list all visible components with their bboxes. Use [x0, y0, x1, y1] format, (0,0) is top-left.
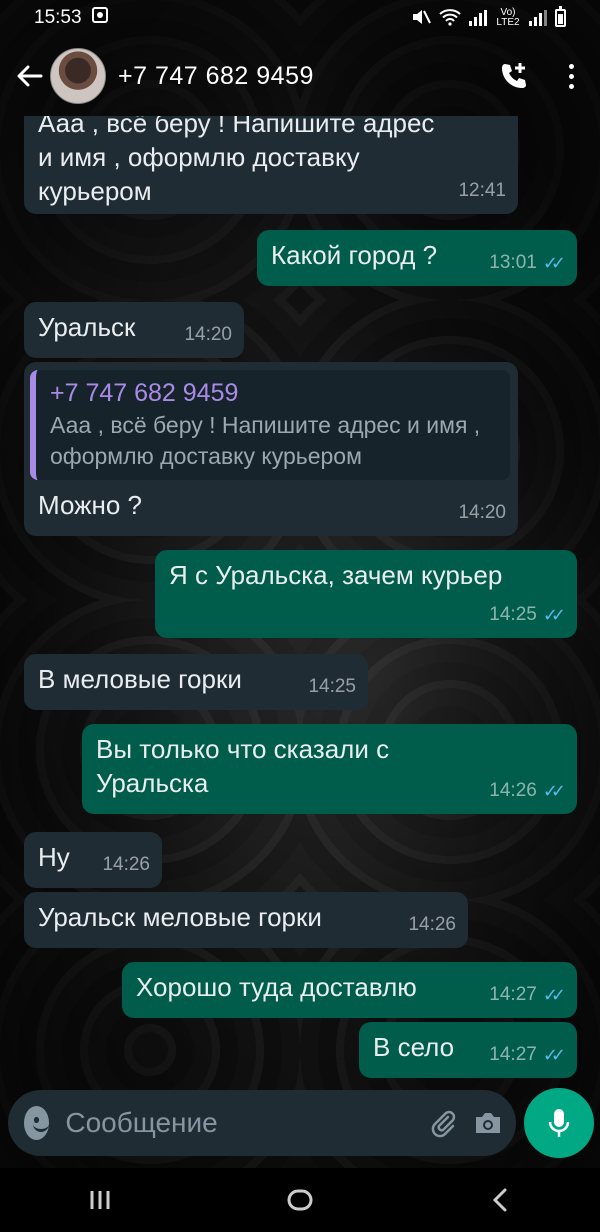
chat-header: +7 747 682 9459 [0, 36, 600, 116]
message-bubble-outgoing[interactable]: Хорошо туда доставлю 14:27 ✓✓ [122, 962, 577, 1018]
message-bubble-outgoing[interactable]: Какой город ? 13:01 ✓✓ [257, 230, 577, 286]
message-time: 14:25 [489, 604, 537, 625]
chat-messages: Ааа , всё беру ! Напишите адрес и имя , … [0, 116, 600, 1080]
message-text: и имя , оформлю доставку курьером [38, 142, 360, 206]
message-text: В меловые горки [38, 664, 242, 694]
message-text: Вы только что сказали с Уральска [96, 734, 390, 798]
message-bubble-outgoing[interactable]: Вы только что сказали с Уральска 14:26 ✓✓ [82, 724, 577, 814]
mute-icon [411, 8, 431, 29]
read-ticks-icon: ✓✓ [542, 781, 566, 801]
message-time: 14:20 [458, 502, 506, 523]
microphone-icon[interactable] [524, 1088, 594, 1158]
network-label: Vo) LTE2 [496, 7, 520, 28]
message-compose-bar [8, 1090, 516, 1156]
read-ticks-icon: ✓✓ [542, 985, 566, 1005]
add-call-icon[interactable] [492, 54, 536, 98]
signal-icon [469, 10, 487, 26]
message-input[interactable] [65, 1107, 427, 1139]
quote-text: Ааа , всё беру ! Напишите адрес и имя , … [50, 412, 481, 469]
recent-apps-icon[interactable] [70, 1170, 130, 1230]
message-time: 13:01 [489, 252, 537, 273]
message-time: 14:20 [184, 324, 232, 345]
message-bubble-incoming[interactable]: +7 747 682 9459 Ааа , всё беру ! Напишит… [24, 362, 518, 536]
back-arrow-icon[interactable] [8, 54, 52, 98]
message-bubble-incoming[interactable]: Уральск 14:20 [24, 302, 244, 358]
message-time: 14:26 [408, 914, 456, 935]
message-bubble-outgoing[interactable]: В село 14:27 ✓✓ [359, 1022, 577, 1078]
battery-icon [555, 6, 566, 27]
contact-name[interactable]: +7 747 682 9459 [118, 62, 492, 91]
signal-2-icon [529, 10, 547, 26]
message-time: 14:25 [308, 676, 356, 697]
message-time: 14:27 [489, 1044, 537, 1065]
message-bubble-incoming[interactable]: Ну 14:26 [24, 832, 162, 888]
quote-author: +7 747 682 9459 [50, 379, 239, 407]
message-time: 14:26 [102, 854, 150, 875]
more-vert-icon[interactable] [556, 54, 586, 98]
read-ticks-icon: ✓✓ [542, 605, 566, 625]
home-icon[interactable] [270, 1170, 330, 1230]
message-time: 14:26 [489, 780, 537, 801]
emoji-icon[interactable] [24, 1106, 50, 1140]
status-bar: 15:53 Vo) LTE2 [0, 0, 600, 36]
message-time: 14:27 [489, 984, 537, 1005]
read-ticks-icon: ✓✓ [542, 1045, 566, 1065]
message-time: 12:41 [458, 180, 506, 201]
message-text: Можно ? [38, 490, 143, 520]
screenshot-notification-icon [91, 7, 108, 29]
quoted-message[interactable]: +7 747 682 9459 Ааа , всё беру ! Напишит… [30, 370, 510, 480]
message-bubble-incoming[interactable]: Ааа , всё беру ! Напишите адрес и имя , … [24, 116, 518, 214]
message-bubble-incoming[interactable]: Уральск меловые горки 14:26 [24, 892, 468, 948]
nav-back-icon[interactable] [470, 1170, 530, 1230]
message-text: Я с Уральска, зачем курьер [169, 560, 503, 590]
message-text: Уральск меловые горки [38, 902, 322, 932]
message-text-partial: Ааа , всё беру ! Напишите адрес [38, 116, 435, 138]
message-bubble-outgoing[interactable]: Я с Уральска, зачем курьер 14:25 ✓✓ [155, 550, 577, 638]
paperclip-icon[interactable] [426, 1101, 459, 1145]
message-bubble-incoming[interactable]: В меловые горки 14:25 [24, 654, 368, 710]
read-ticks-icon: ✓✓ [542, 253, 566, 273]
status-time: 15:53 [34, 7, 82, 28]
system-navigation-bar [0, 1168, 600, 1232]
avatar[interactable] [50, 48, 106, 104]
wifi-icon [439, 8, 461, 29]
camera-icon[interactable] [471, 1101, 504, 1145]
